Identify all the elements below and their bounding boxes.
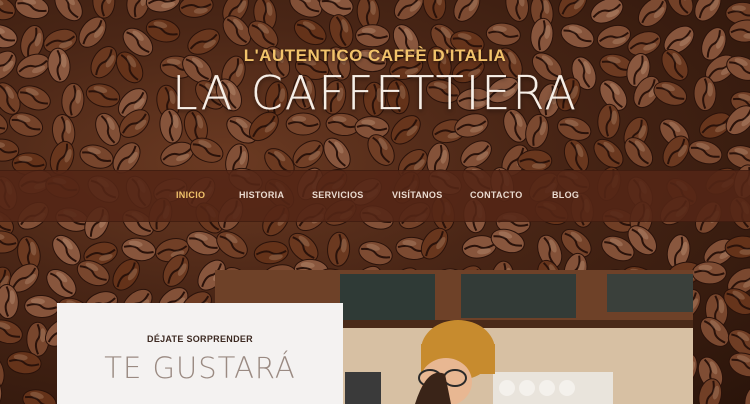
site-tagline: L'AUTENTICO CAFFÈ D'ITALIA [243, 46, 507, 65]
nav-item-historia[interactable]: HISTORIA [239, 171, 284, 221]
site-header: L'AUTENTICO CAFFÈ D'ITALIA LA CAFFETTIER… [0, 0, 750, 170]
nav-item-contacto[interactable]: CONTACTO [470, 171, 523, 221]
site-brand-title[interactable]: LA CAFFETTIERA [0, 66, 750, 120]
nav-item-blog[interactable]: BLOG [552, 171, 579, 221]
nav-item-inicio[interactable]: INICIO [176, 171, 205, 221]
promo-title: TE GUSTARÁ [104, 351, 296, 385]
main-navigation: INICIO HISTORIA SERVICIOS VISÍTANOS CONT… [0, 170, 750, 222]
nav-item-servicios[interactable]: SERVICIOS [312, 171, 364, 221]
promo-kicker: DÉJATE SORPRENDER [147, 334, 253, 344]
promo-card: DÉJATE SORPRENDER TE GUSTARÁ [57, 303, 343, 404]
nav-item-visitanos[interactable]: VISÍTANOS [392, 171, 443, 221]
